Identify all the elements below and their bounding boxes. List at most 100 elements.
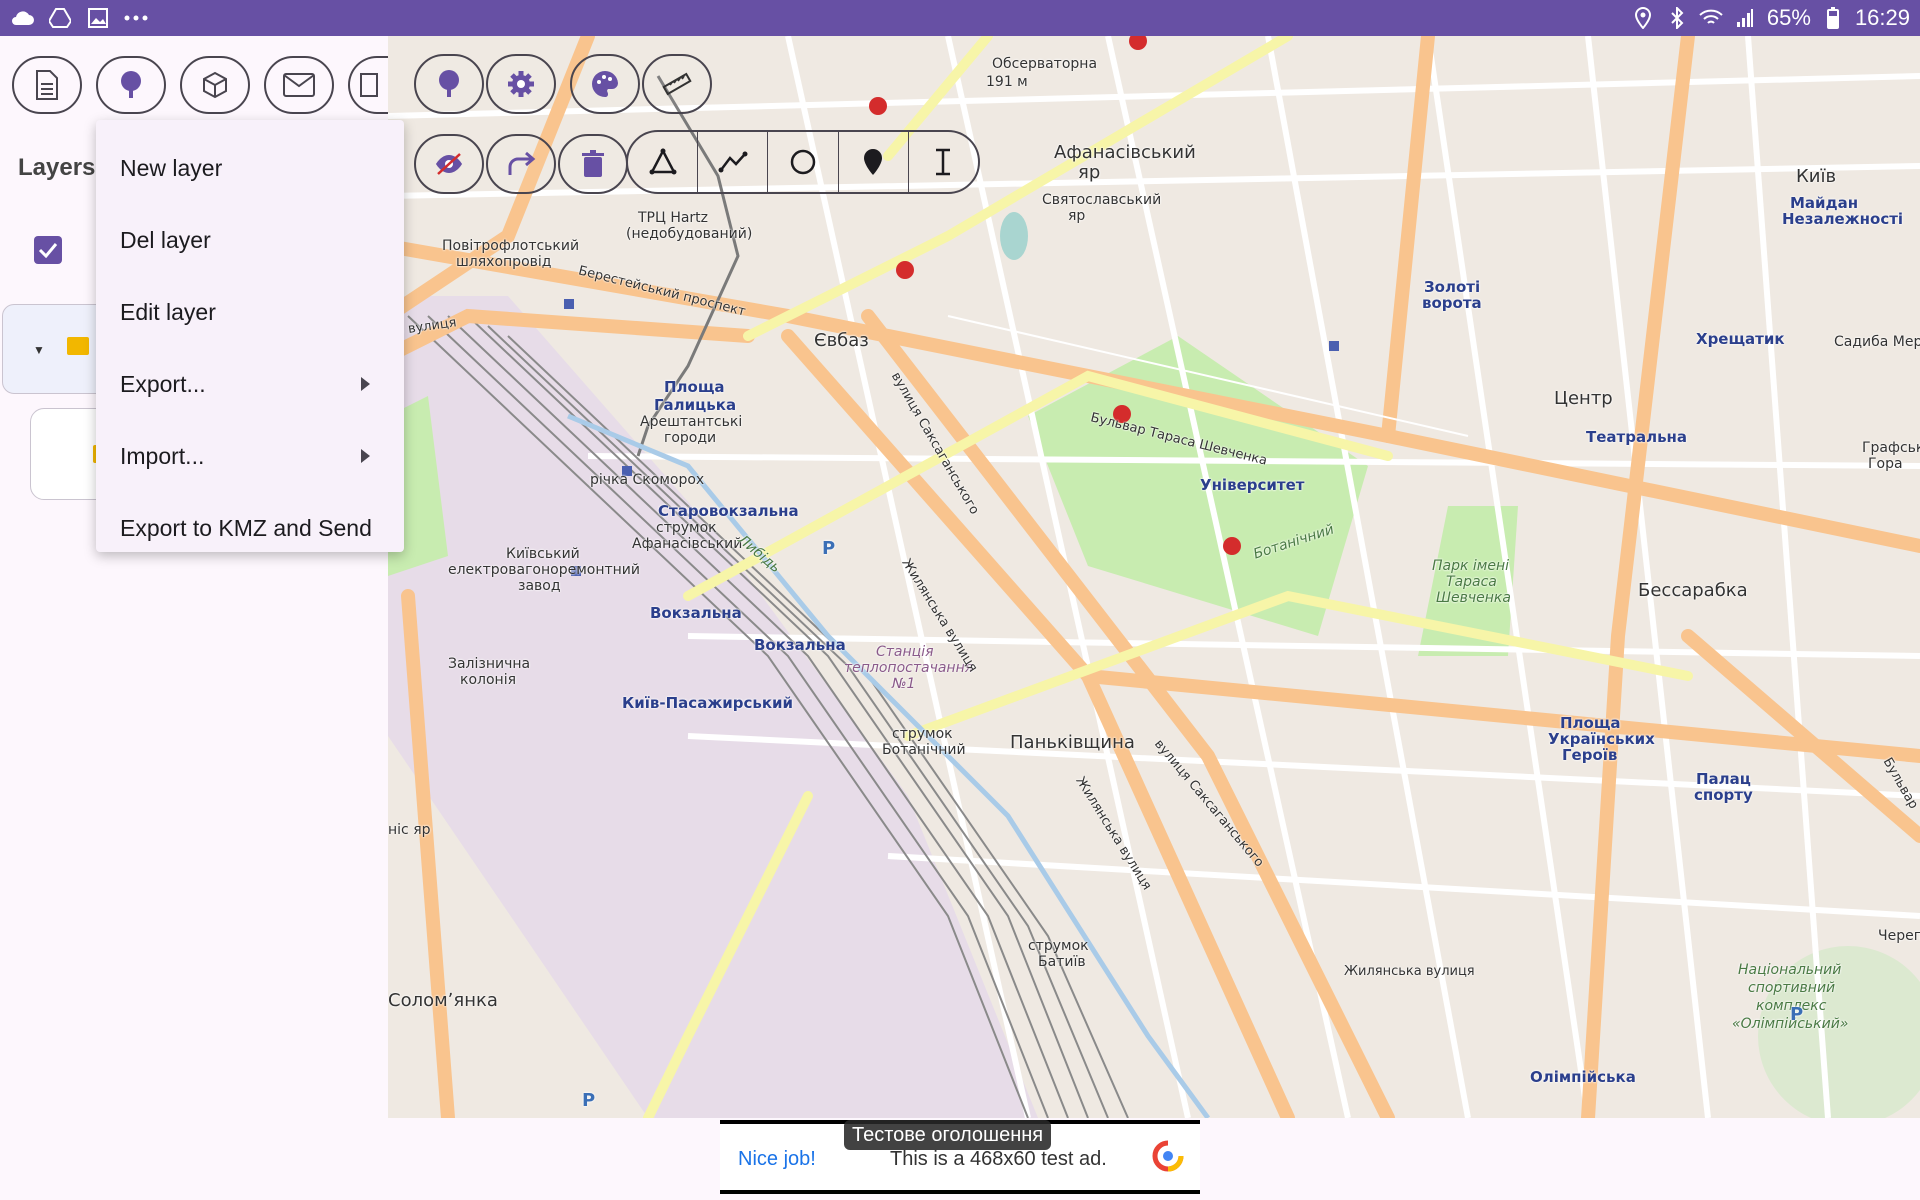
draw-polyline-button[interactable] <box>698 132 769 192</box>
map-label: колонія <box>460 672 516 688</box>
tree-icon <box>121 71 141 98</box>
ad-badge: Тестове оголошення <box>844 1120 1052 1150</box>
bluetooth-icon <box>1665 6 1689 30</box>
status-bar: 65% 16:29 <box>0 0 1920 36</box>
map-label: Садиба Мер <box>1834 334 1920 350</box>
wifi-icon <box>1699 6 1723 30</box>
map-label: яр <box>1068 208 1086 224</box>
map-label: Афанасівський <box>1054 142 1196 163</box>
map-label: Олімпійська <box>1530 1068 1636 1086</box>
mail-button[interactable] <box>264 56 334 114</box>
map-book-icon <box>360 73 378 97</box>
map-label: Бессарабка <box>1638 580 1748 601</box>
more-dots-icon <box>124 6 148 30</box>
map-label: теплопостачання <box>844 660 974 676</box>
map-label: Повітрофлотський <box>442 238 580 254</box>
map-book-button[interactable] <box>348 56 388 114</box>
map-view[interactable]: Обсерваторна 191 м Афанасівський яр Свят… <box>388 36 1920 1118</box>
map-label: №1 <box>892 676 916 692</box>
parking-marker: P <box>1790 1004 1804 1025</box>
map-label: Площа <box>664 378 725 396</box>
layer-menu: New layer Del layer Edit layer Export...… <box>96 120 404 552</box>
layers-label: Layers: <box>18 154 104 181</box>
pin-icon <box>864 149 883 175</box>
map-label: Центр <box>1554 388 1613 409</box>
draw-text-button[interactable] <box>909 132 978 192</box>
menu-item-new-layer[interactable]: New layer <box>96 132 404 204</box>
clock: 16:29 <box>1854 5 1910 30</box>
battery-percent: 65% <box>1766 5 1811 30</box>
menu-item-edit-layer[interactable]: Edit layer <box>96 276 404 348</box>
map-label: шляхопровід <box>456 254 552 270</box>
map-label: струмок <box>1028 938 1089 954</box>
draw-tools-group <box>626 130 980 194</box>
map-label: Гора <box>1868 456 1903 472</box>
trash-icon <box>582 150 604 177</box>
text-cursor-icon <box>936 148 951 176</box>
menu-item-export-kmz[interactable]: Export to KMZ and Send <box>96 492 404 564</box>
tree-tool-button[interactable] <box>414 54 484 114</box>
gear-icon <box>508 71 534 97</box>
draw-marker-button[interactable] <box>839 132 909 192</box>
map-label: Соломʼянка <box>388 990 498 1011</box>
ruler-button[interactable] <box>642 54 712 114</box>
map-label: Паньківщина <box>1010 732 1135 753</box>
mail-icon <box>283 73 315 97</box>
map-label: ТРЦ Hartz <box>638 210 709 226</box>
map-label: Київський <box>506 546 580 562</box>
location-icon <box>1631 6 1655 30</box>
map-label: Тараса <box>1446 574 1497 590</box>
draw-circle-button[interactable] <box>768 132 839 192</box>
folder-icon <box>67 337 89 355</box>
map-label: Старовокзальна <box>658 502 799 520</box>
visibility-button[interactable] <box>414 134 484 194</box>
map-label: Шевченка <box>1436 590 1511 606</box>
menu-item-del-layer[interactable]: Del layer <box>96 204 404 276</box>
submenu-arrow-icon <box>361 377 370 391</box>
map-label: Героїв <box>1562 746 1618 764</box>
settings-button[interactable] <box>486 54 556 114</box>
expand-arrow-icon[interactable]: ▼ <box>33 343 45 357</box>
map-label: Київ <box>1796 166 1837 187</box>
signal-icon <box>1733 6 1757 30</box>
parking-marker: P <box>582 1090 596 1111</box>
map-label: електровагоноремонтний <box>448 562 640 578</box>
map-label: Національний <box>1738 962 1842 978</box>
map-label: ніс яр <box>388 822 431 838</box>
layer-checkbox[interactable] <box>34 236 62 264</box>
map-label: Залізнична <box>448 656 531 672</box>
redo-icon <box>508 151 536 175</box>
redo-button[interactable] <box>486 134 556 194</box>
map-label: спорту <box>1694 786 1753 804</box>
eye-off-icon <box>436 153 462 175</box>
map-label: струмок <box>892 726 953 742</box>
map-label: Вокзальна <box>650 604 742 622</box>
map-label: Незалежності <box>1782 210 1904 228</box>
map-label: струмок <box>656 520 717 536</box>
tree-button[interactable] <box>96 56 166 114</box>
delete-button[interactable] <box>558 134 628 194</box>
cube-button[interactable] <box>180 56 250 114</box>
cloud-icon <box>10 6 34 30</box>
menu-item-export[interactable]: Export... <box>96 348 404 420</box>
map-label: Черепа <box>1878 928 1920 944</box>
map-label: Жилянська вулиця <box>1344 964 1475 979</box>
map-label: Станція <box>876 644 934 660</box>
map-label: Парк імені <box>1432 558 1510 574</box>
map-label: Київ-Пасажирський <box>622 694 794 712</box>
ruler-icon <box>662 72 692 96</box>
draw-polygon-button[interactable] <box>628 132 699 192</box>
map-label: Євбаз <box>814 330 869 351</box>
parking-marker: P <box>822 538 836 559</box>
map-label: городи <box>664 430 717 446</box>
map-label: Графська <box>1862 440 1920 456</box>
menu-item-import[interactable]: Import... <box>96 420 404 492</box>
map-label: Афанасівський <box>632 536 743 552</box>
map-label: спортивний <box>1748 980 1836 996</box>
map-label: Галицька <box>654 396 737 414</box>
document-button[interactable] <box>12 56 82 114</box>
palette-button[interactable] <box>570 54 640 114</box>
map-label: річка Скоморох <box>590 472 705 488</box>
map-label: 191 м <box>986 74 1028 90</box>
map-label: Вокзальна <box>754 636 846 654</box>
